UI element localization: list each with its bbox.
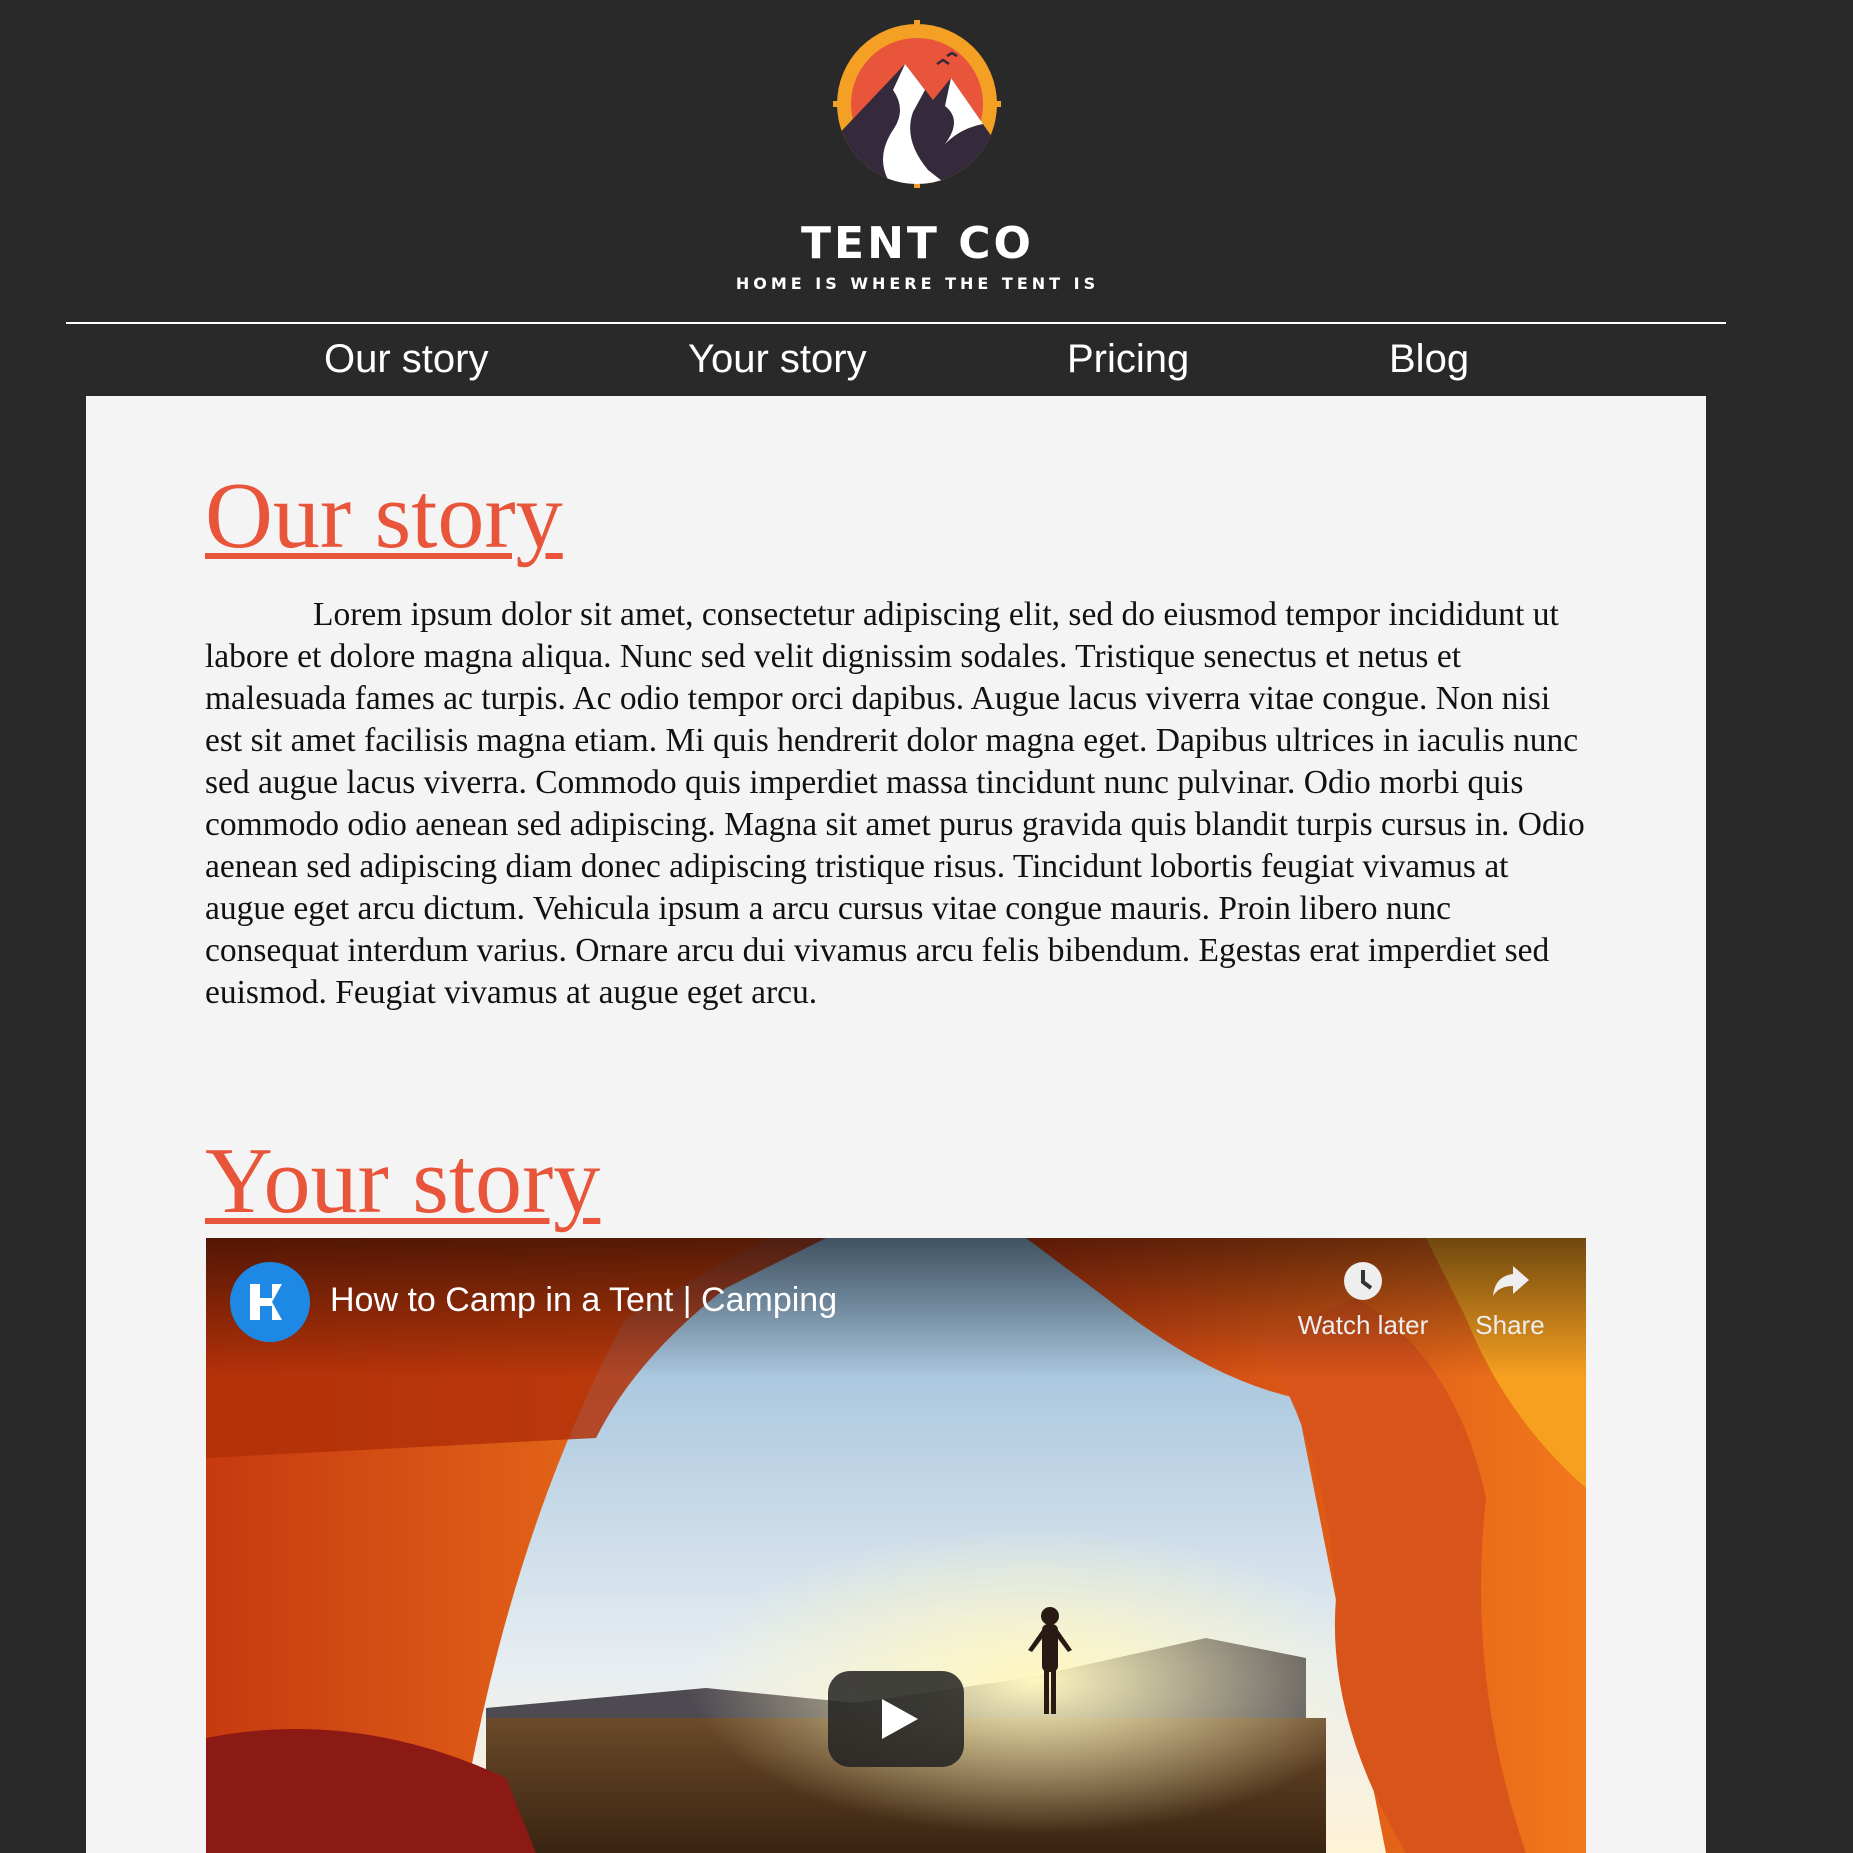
nav-divider <box>66 322 1726 324</box>
clock-icon <box>1344 1262 1382 1300</box>
share-label: Share <box>1475 1310 1545 1340</box>
nav-item-your-story[interactable]: Your story <box>688 334 867 384</box>
our-story-body: Lorem ipsum dolor sit amet, consectetur … <box>205 596 1585 1011</box>
brand-name: TENT CO <box>801 218 1034 269</box>
main-nav: Our story Your story Pricing Blog <box>0 334 1853 384</box>
share-button[interactable]: Share <box>1435 1260 1585 1341</box>
share-icon <box>1493 1266 1529 1296</box>
video-title[interactable]: How to Camp in a Tent | Camping <box>330 1278 837 1322</box>
nav-item-our-story[interactable]: Our story <box>324 334 488 384</box>
our-story-heading[interactable]: Our story <box>205 466 563 566</box>
mountain-sun-logo-icon[interactable] <box>833 20 1001 188</box>
site-header: TENT CO HOME IS WHERE THE TENT IS Our st… <box>0 0 1853 381</box>
watch-later-label: Watch later <box>1297 1310 1429 1340</box>
channel-logo-icon[interactable] <box>230 1262 310 1342</box>
watch-later-button[interactable]: Watch later <box>1288 1260 1438 1341</box>
nav-item-blog[interactable]: Blog <box>1389 334 1469 384</box>
your-story-heading[interactable]: Your story <box>205 1131 600 1231</box>
video-player[interactable]: How to Camp in a Tent | Camping Watch la… <box>206 1238 1586 1853</box>
brand-tagline: HOME IS WHERE THE TENT IS <box>735 274 1100 293</box>
nav-item-pricing[interactable]: Pricing <box>1067 334 1189 384</box>
play-icon[interactable] <box>828 1671 964 1767</box>
